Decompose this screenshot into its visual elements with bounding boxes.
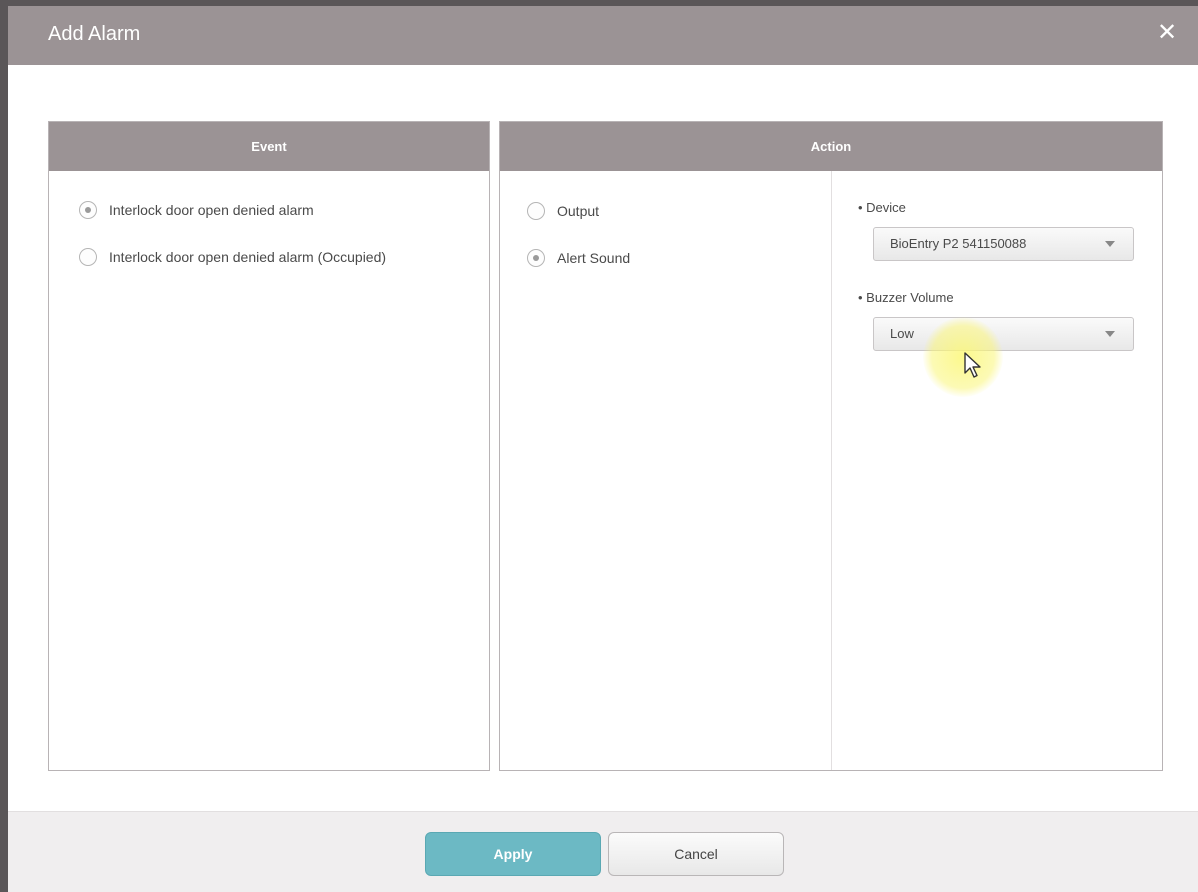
event-option-label: Interlock door open denied alarm xyxy=(109,202,314,218)
radio-checked-icon[interactable] xyxy=(79,201,97,219)
buzzer-volume-select[interactable]: Low xyxy=(873,317,1134,351)
dropdown-arrow-icon xyxy=(1105,241,1115,247)
event-option-label: Interlock door open denied alarm (Occupi… xyxy=(109,249,387,265)
dropdown-arrow-icon xyxy=(1105,331,1115,337)
add-alarm-dialog: Add Alarm ✕ Event Interlock door open de… xyxy=(8,6,1198,892)
close-icon[interactable]: ✕ xyxy=(1154,20,1180,46)
dialog-titlebar: Add Alarm ✕ xyxy=(8,6,1198,65)
buzzer-volume-select-value: Low xyxy=(890,326,914,341)
action-panel: Action Output Alert Sound • Device BioEn… xyxy=(499,121,1163,771)
buzzer-volume-label: • Buzzer Volume xyxy=(858,290,954,305)
dialog-title: Add Alarm xyxy=(48,23,141,45)
dialog-footer: Apply Cancel xyxy=(8,811,1198,892)
action-panel-divider xyxy=(831,171,832,770)
event-panel: Event Interlock door open denied alarm I… xyxy=(48,121,490,771)
device-label: • Device xyxy=(858,200,906,215)
action-option-alert-sound[interactable]: Alert Sound xyxy=(527,249,630,267)
radio-unchecked-icon[interactable] xyxy=(527,202,545,220)
cancel-button[interactable]: Cancel xyxy=(608,832,784,876)
action-panel-header: Action xyxy=(500,122,1162,171)
device-select-value: BioEntry P2 541150088 xyxy=(890,236,1027,251)
device-select[interactable]: BioEntry P2 541150088 xyxy=(873,227,1134,261)
radio-checked-icon[interactable] xyxy=(527,249,545,267)
action-option-label: Alert Sound xyxy=(557,250,631,266)
action-option-output[interactable]: Output xyxy=(527,202,599,220)
event-option-interlock-denied[interactable]: Interlock door open denied alarm xyxy=(79,201,314,219)
action-option-label: Output xyxy=(557,203,600,219)
radio-unchecked-icon[interactable] xyxy=(79,248,97,266)
event-panel-header: Event xyxy=(49,122,489,171)
apply-button[interactable]: Apply xyxy=(425,832,601,876)
event-option-interlock-denied-occupied[interactable]: Interlock door open denied alarm (Occupi… xyxy=(79,248,386,266)
